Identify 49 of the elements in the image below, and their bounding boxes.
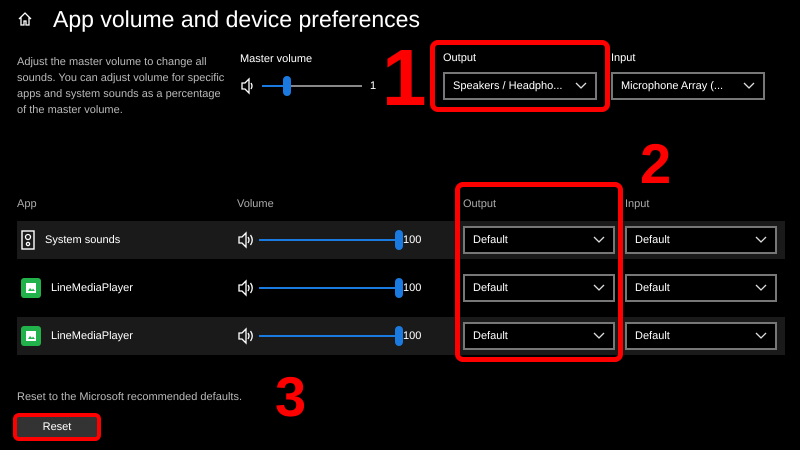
speaker-box-icon: [21, 230, 35, 250]
description-text: Adjust the master volume to change all sounds. You can adjust volume for specific apps and system sounds as a percentage of the master volume.: [17, 55, 226, 118]
master-volume-label: Master volume: [240, 53, 314, 65]
dropdown[interactable]: Default: [463, 274, 615, 302]
reset-button[interactable]: Reset: [13, 413, 101, 441]
speaker-icon: [237, 279, 255, 297]
home-icon: [17, 11, 33, 27]
slider-thumb[interactable]: [395, 278, 403, 298]
volume-value: 100: [403, 234, 422, 246]
volume-value: 100: [403, 330, 422, 342]
image-app-icon: [21, 326, 41, 346]
volume-value: 100: [403, 282, 422, 294]
dropdown[interactable]: Default: [463, 322, 615, 350]
chevron-down-icon: [575, 82, 587, 90]
speaker-icon: [240, 77, 254, 95]
annotation-number: 3: [275, 369, 306, 425]
chevron-down-icon: [593, 236, 605, 244]
chevron-down-icon: [755, 236, 767, 244]
slider-thumb[interactable]: [283, 76, 291, 96]
column-header: Volume: [237, 198, 275, 210]
speaker-icon: [237, 231, 255, 249]
chevron-down-icon: [755, 332, 767, 340]
column-header: Output: [462, 198, 498, 210]
app-name: LineMediaPlayer: [51, 282, 133, 294]
dropdown[interactable]: Default: [625, 322, 777, 350]
chevron-down-icon: [593, 284, 605, 292]
app-name: LineMediaPlayer: [51, 330, 133, 342]
annotation-number: 2: [640, 136, 672, 192]
dropdown[interactable]: Default: [463, 226, 615, 254]
reset-description: Reset to the Microsoft recommended defaults.: [17, 391, 243, 403]
column-header: Input: [624, 198, 650, 210]
dropdown[interactable]: Default: [625, 274, 777, 302]
image-app-icon: [21, 278, 41, 298]
slider-thumb[interactable]: [395, 326, 403, 346]
chevron-down-icon: [755, 284, 767, 292]
volume-value: 1: [370, 80, 376, 92]
page-title: App volume and device preferences: [53, 6, 420, 32]
slider-thumb[interactable]: [395, 230, 403, 250]
speaker-icon: [237, 327, 255, 345]
dropdown[interactable]: Microphone Array (...: [611, 72, 765, 100]
field-label: Input: [611, 52, 636, 64]
column-header: App: [17, 198, 38, 210]
annotation-number: 1: [382, 38, 426, 118]
field-label: Output: [443, 52, 478, 64]
dropdown[interactable]: Default: [625, 226, 777, 254]
dropdown[interactable]: Speakers / Headpho...: [443, 72, 597, 100]
app-name: System sounds: [45, 234, 120, 246]
chevron-down-icon: [593, 332, 605, 340]
chevron-down-icon: [743, 82, 755, 90]
